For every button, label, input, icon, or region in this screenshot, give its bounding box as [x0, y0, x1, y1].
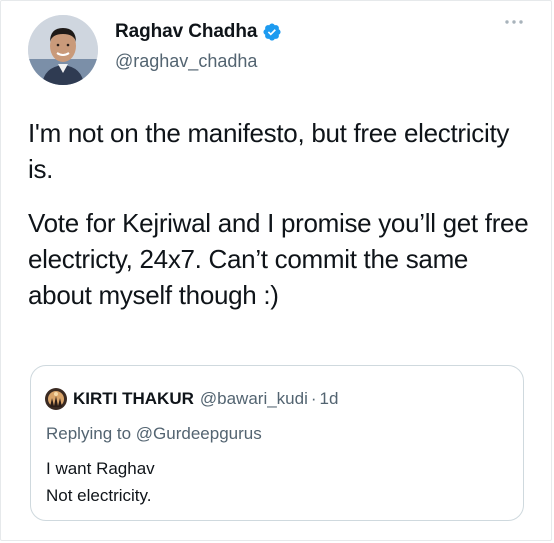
quoted-body-line: Not electricity.	[46, 486, 152, 505]
quoted-tweet-body: I want Raghav Not electricity.	[46, 455, 155, 509]
quoted-handle[interactable]: @bawari_kudi	[200, 389, 308, 409]
quoted-avatar[interactable]	[45, 388, 67, 410]
replying-to-prefix: Replying to	[46, 424, 132, 443]
dot-separator: ·	[310, 389, 317, 408]
avatar[interactable]	[28, 15, 98, 85]
quoted-tweet[interactable]: KIRTI THAKUR @bawari_kudi · 1d Replying …	[30, 365, 524, 521]
quoted-timestamp[interactable]: 1d	[320, 389, 339, 409]
verified-badge-icon	[262, 22, 282, 42]
more-horizontal-icon[interactable]	[502, 15, 526, 29]
tweet-text: I'm not on the manifesto, but free elect…	[28, 115, 533, 313]
quoted-tweet-header: KIRTI THAKUR @bawari_kudi · 1d	[45, 387, 338, 411]
profile-photo	[28, 15, 98, 85]
tweet-card: Raghav Chadha @raghav_chadha I'm not on …	[0, 0, 552, 541]
quoted-profile-photo	[45, 388, 67, 410]
author-handle[interactable]: @raghav_chadha	[115, 51, 282, 72]
replying-to-mention[interactable]: @Gurdeepgurus	[136, 424, 262, 443]
tweet-paragraph: I'm not on the manifesto, but free elect…	[28, 118, 510, 184]
quoted-display-name[interactable]: KIRTI THAKUR	[73, 389, 194, 409]
author-names: Raghav Chadha @raghav_chadha	[115, 19, 282, 72]
author-display-name[interactable]: Raghav Chadha	[115, 21, 257, 43]
tweet-paragraph: Vote for Kejriwal and I promise you’ll g…	[28, 208, 529, 310]
quoted-body-line: I want Raghav	[46, 459, 155, 478]
tweet-header: Raghav Chadha @raghav_chadha	[28, 15, 528, 85]
display-name-row: Raghav Chadha	[115, 19, 282, 45]
replying-to-line: Replying to @Gurdeepgurus	[46, 424, 262, 444]
